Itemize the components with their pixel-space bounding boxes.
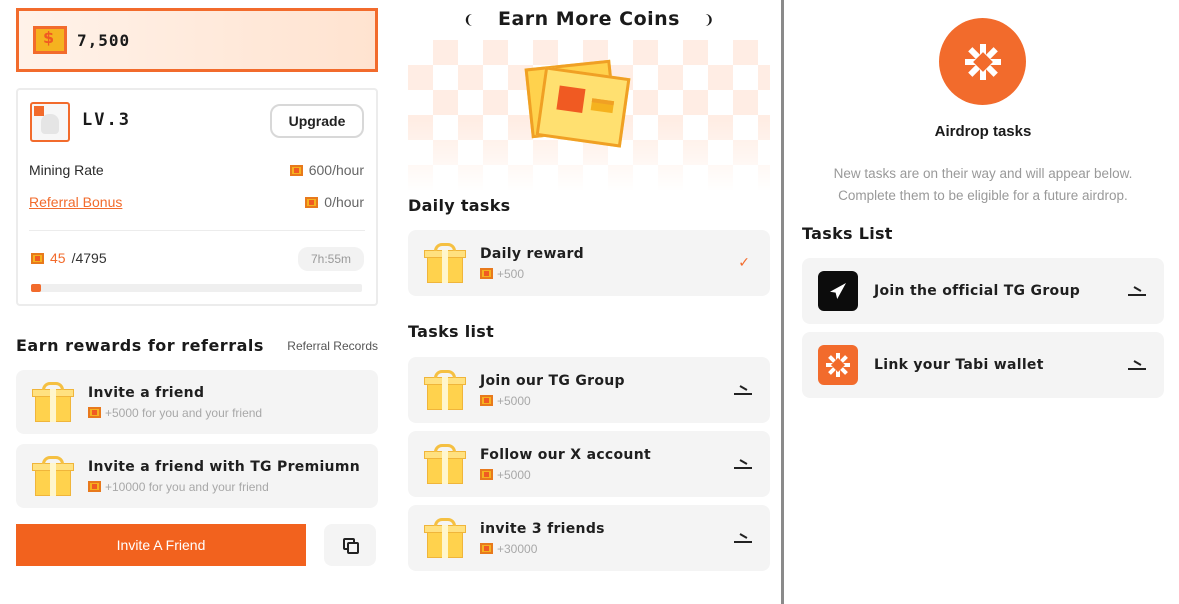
go-arrow-icon <box>1128 360 1146 370</box>
go-arrow-icon <box>734 533 752 543</box>
copy-link-button[interactable] <box>324 524 376 566</box>
referral-bonus-value: 0/hour <box>305 194 364 210</box>
gift-icon <box>424 370 466 410</box>
panel-divider <box>781 0 784 604</box>
coins-illustration <box>524 56 634 148</box>
invite-friend-card[interactable]: Invite a friend +5000 for you and your f… <box>16 370 378 434</box>
daily-reward-task[interactable]: Daily reward +500 ✓ <box>408 230 770 296</box>
task-reward: +10000 for you and your friend <box>88 480 360 494</box>
coin-icon <box>480 395 493 406</box>
page: 7,500 LV.3 Upgrade Mining Rate 600/hour … <box>0 0 1179 604</box>
task-title: Link your Tabi wallet <box>874 357 1044 373</box>
bracket-left: ❨ <box>463 10 474 29</box>
invite-friend-button[interactable]: Invite A Friend <box>16 524 306 566</box>
coin-icon <box>88 481 101 492</box>
level-card: LV.3 Upgrade Mining Rate 600/hour Referr… <box>16 88 378 306</box>
task-title: Daily reward <box>480 245 584 262</box>
gift-icon <box>424 243 466 283</box>
go-arrow-icon <box>734 385 752 395</box>
gift-icon <box>424 444 466 484</box>
level-progress-fill <box>31 284 41 292</box>
task-title: Invite a friend <box>88 384 205 401</box>
mining-rate-label: Mining Rate <box>29 162 104 178</box>
tabi-icon <box>818 345 858 385</box>
mining-rate-value: 600/hour <box>289 162 364 178</box>
task-title: Join the official TG Group <box>874 283 1081 299</box>
task-follow-x[interactable]: Follow our X account +5000 <box>408 431 770 497</box>
gift-icon <box>424 518 466 558</box>
daily-tasks-heading: Daily tasks <box>408 196 511 215</box>
check-icon: ✓ <box>738 255 750 271</box>
mining-timer: 7h:55m <box>298 247 364 271</box>
level-label: LV.3 <box>82 110 131 130</box>
coin-icon <box>480 543 493 554</box>
referral-records-link[interactable]: Referral Records <box>287 339 378 353</box>
task-title: invite 3 friends <box>480 520 605 537</box>
level-progress-bar <box>31 284 362 292</box>
earn-title: ❨ Earn More Coins ❩ <box>463 8 715 30</box>
coin-icon <box>480 469 493 480</box>
go-arrow-icon <box>1128 286 1146 296</box>
tasks-list-heading: Tasks list <box>408 322 495 341</box>
balance-amount: 7,500 <box>77 30 131 50</box>
coin-icon <box>33 26 67 54</box>
bracket-right: ❩ <box>704 10 715 29</box>
coin-icon <box>305 196 319 208</box>
gift-icon <box>32 456 74 496</box>
avatar <box>30 102 70 142</box>
task-title: Invite a friend with TG Premiumn <box>88 458 360 475</box>
divider <box>29 230 365 231</box>
gift-icon <box>32 382 74 422</box>
airdrop-title: Airdrop tasks <box>934 123 1032 140</box>
airdrop-task-join-tg[interactable]: Join the official TG Group <box>802 258 1164 324</box>
airdrop-subtitle: New tasks are on their way and will appe… <box>833 166 1133 203</box>
airdrop-tasks-heading: Tasks List <box>802 224 893 243</box>
referrals-heading: Earn rewards for referrals <box>16 336 264 355</box>
balance-card: 7,500 <box>16 8 378 72</box>
task-join-tg-group[interactable]: Join our TG Group +5000 <box>408 357 770 423</box>
invite-premium-friend-card[interactable]: Invite a friend with TG Premiumn +10000 … <box>16 444 378 508</box>
task-invite-3-friends[interactable]: invite 3 friends +30000 <box>408 505 770 571</box>
task-reward: +5000 for you and your friend <box>88 406 262 420</box>
task-reward: +5000 <box>480 468 651 482</box>
task-title: Join our TG Group <box>480 372 625 389</box>
coin-icon <box>31 252 44 264</box>
task-title: Follow our X account <box>480 446 651 463</box>
upgrade-button[interactable]: Upgrade <box>270 104 364 138</box>
go-arrow-icon <box>734 459 752 469</box>
tabi-logo-icon <box>939 18 1026 105</box>
coin-icon <box>289 164 303 176</box>
task-reward: +5000 <box>480 394 625 408</box>
task-reward: +30000 <box>480 542 605 556</box>
level-progress-count: 45/4795 <box>31 250 107 266</box>
coin-icon <box>88 407 101 418</box>
coin-icon <box>480 268 493 279</box>
telegram-icon <box>818 271 858 311</box>
task-reward: +500 <box>480 267 584 281</box>
referral-bonus-link[interactable]: Referral Bonus <box>29 194 122 210</box>
airdrop-task-link-wallet[interactable]: Link your Tabi wallet <box>802 332 1164 398</box>
